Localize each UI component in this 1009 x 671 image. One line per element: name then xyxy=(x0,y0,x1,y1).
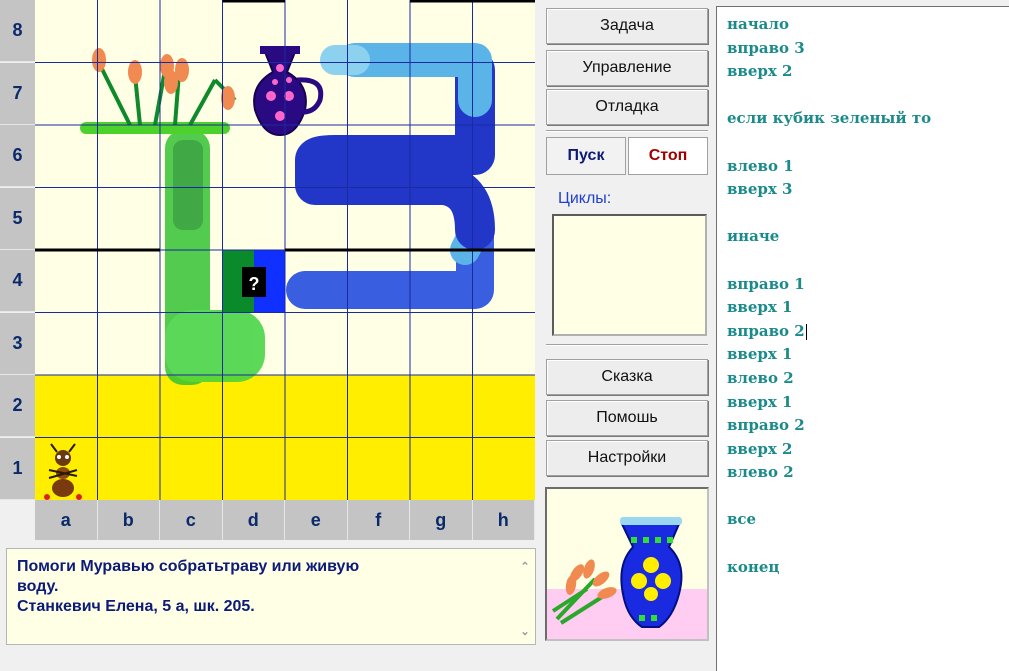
col-label: g xyxy=(410,500,473,540)
row-label: 2 xyxy=(0,375,35,437)
program-line: вверх 1 xyxy=(727,392,793,411)
program-line xyxy=(727,485,1009,509)
program-line xyxy=(727,202,1009,226)
help-button[interactable]: Помошь xyxy=(546,400,708,436)
separator xyxy=(546,130,708,132)
stop-button[interactable]: Стоп xyxy=(628,137,708,175)
task-description[interactable]: Помоги Муравью собратьтраву или живую во… xyxy=(6,548,536,645)
program-line xyxy=(727,131,1009,155)
program-line: иначе xyxy=(727,227,780,246)
settings-button[interactable]: Настройки xyxy=(546,440,708,476)
program-line: если кубик зеленый то xyxy=(727,109,932,128)
separator xyxy=(546,344,708,346)
program-line: вверх 2 xyxy=(727,62,793,81)
program-line: конец xyxy=(727,557,780,576)
blue-water-path xyxy=(286,43,495,309)
description-line: Помоги Муравью собратьтраву или живую xyxy=(17,558,360,575)
scroll-up-icon[interactable]: ⌃ xyxy=(517,557,533,573)
cube-question-mark: ? xyxy=(249,274,260,294)
grid-field[interactable]: ? xyxy=(35,0,535,500)
program-line-text: вправо 2 xyxy=(727,321,805,340)
program-line: влево 2 xyxy=(727,368,794,387)
program-line: вверх 1 xyxy=(727,298,793,317)
grid-canvas: ? xyxy=(35,0,535,500)
col-label: e xyxy=(285,500,348,540)
game-board: 8 7 6 5 4 3 2 1 ? a b c d e f g h xyxy=(0,0,540,540)
cycles-label: Циклы: xyxy=(558,190,612,207)
description-scrollbar[interactable]: ⌃ ⌄ xyxy=(517,553,533,640)
program-line: вправо 1 xyxy=(727,274,805,293)
program-line xyxy=(727,532,1009,556)
row-label: 6 xyxy=(0,125,35,187)
description-line: Станкевич Елена, 5 а, шк. 205. xyxy=(17,598,255,615)
program-line: вверх 3 xyxy=(727,180,793,199)
scroll-down-icon[interactable]: ⌄ xyxy=(517,622,533,638)
app-window: 8 7 6 5 4 3 2 1 ? a b c d e f g h Помоги… xyxy=(0,0,1009,671)
program-line: вверх 1 xyxy=(727,345,793,364)
program-line: влево 1 xyxy=(727,156,794,175)
row-label: 4 xyxy=(0,250,35,312)
col-label: a xyxy=(35,500,98,540)
program-line: вправо 3 xyxy=(727,38,805,57)
program-line: все xyxy=(727,510,757,529)
col-label: b xyxy=(98,500,160,540)
vase-icon xyxy=(253,46,324,137)
description-line: воду. xyxy=(17,578,59,595)
row-label: 3 xyxy=(0,312,35,375)
reeds-icon xyxy=(80,48,237,134)
program-line: вправо 2 xyxy=(727,416,805,435)
col-label: f xyxy=(348,500,410,540)
col-label: c xyxy=(160,500,223,540)
program-line xyxy=(727,84,1009,108)
program-line: вверх 2 xyxy=(727,439,793,458)
program-editor[interactable]: начало вправо 3 вверх 2 если кубик зелен… xyxy=(716,6,1009,671)
program-line xyxy=(727,249,1009,273)
task-button[interactable]: Задача xyxy=(546,8,708,44)
row-label: 1 xyxy=(0,437,35,500)
program-line-current: вправо 2 xyxy=(727,320,1009,344)
vase-picture xyxy=(545,487,709,641)
text-caret xyxy=(805,323,807,340)
debug-button[interactable]: Отладка xyxy=(546,89,708,125)
run-button[interactable]: Пуск xyxy=(546,137,626,175)
program-line: влево 2 xyxy=(727,463,794,482)
col-label: d xyxy=(223,500,285,540)
row-labels: 8 7 6 5 4 3 2 1 xyxy=(0,0,35,500)
cycles-field[interactable] xyxy=(552,214,707,336)
row-label: 7 xyxy=(0,62,35,125)
story-button[interactable]: Сказка xyxy=(546,359,708,395)
row-label: 8 xyxy=(0,0,35,62)
col-label: h xyxy=(473,500,535,540)
row-label: 5 xyxy=(0,187,35,250)
control-button[interactable]: Управление xyxy=(546,50,708,86)
column-labels: a b c d e f g h xyxy=(35,500,535,540)
program-line: начало xyxy=(727,15,789,33)
vase-with-flowers-icon xyxy=(547,517,707,639)
